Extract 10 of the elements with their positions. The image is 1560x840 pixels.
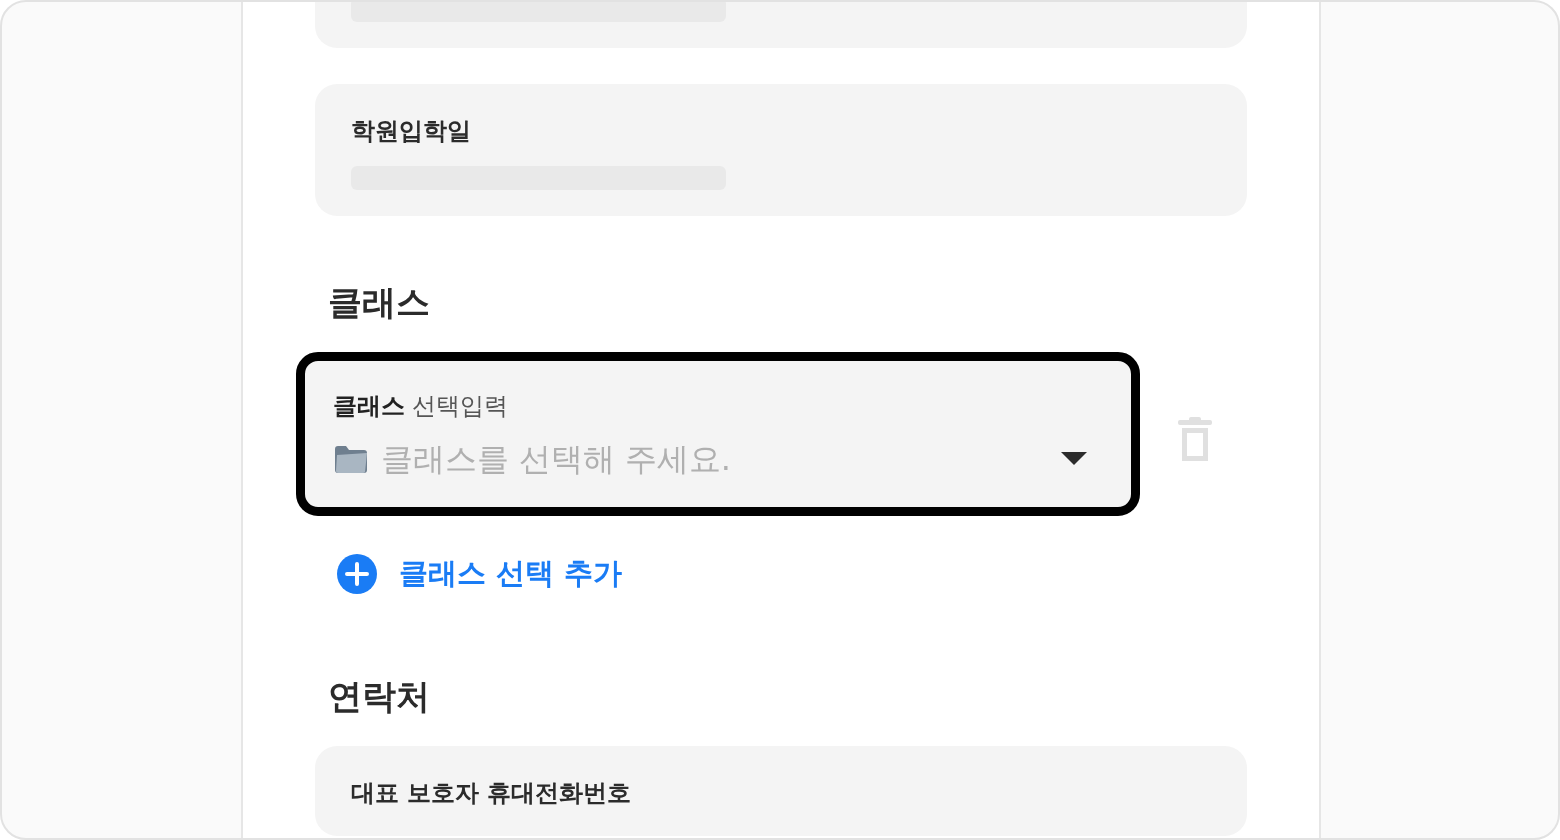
folder-icon: [332, 443, 369, 475]
class-select[interactable]: 클래스 선택입력 클래스를 선택해 주세요.: [295, 352, 1140, 516]
delete-button[interactable]: [1177, 417, 1212, 461]
section-heading: 연락처: [327, 676, 431, 716]
plus-circle-icon: [336, 554, 377, 594]
field-label: 학원입학일: [350, 116, 472, 147]
caret-icon: [1060, 452, 1087, 466]
section-heading: 클래스: [327, 282, 431, 322]
field-label: 대표 보호자 휴대전화번호: [350, 778, 633, 809]
add-class-button[interactable]: 클래스 선택 추가: [336, 554, 622, 594]
